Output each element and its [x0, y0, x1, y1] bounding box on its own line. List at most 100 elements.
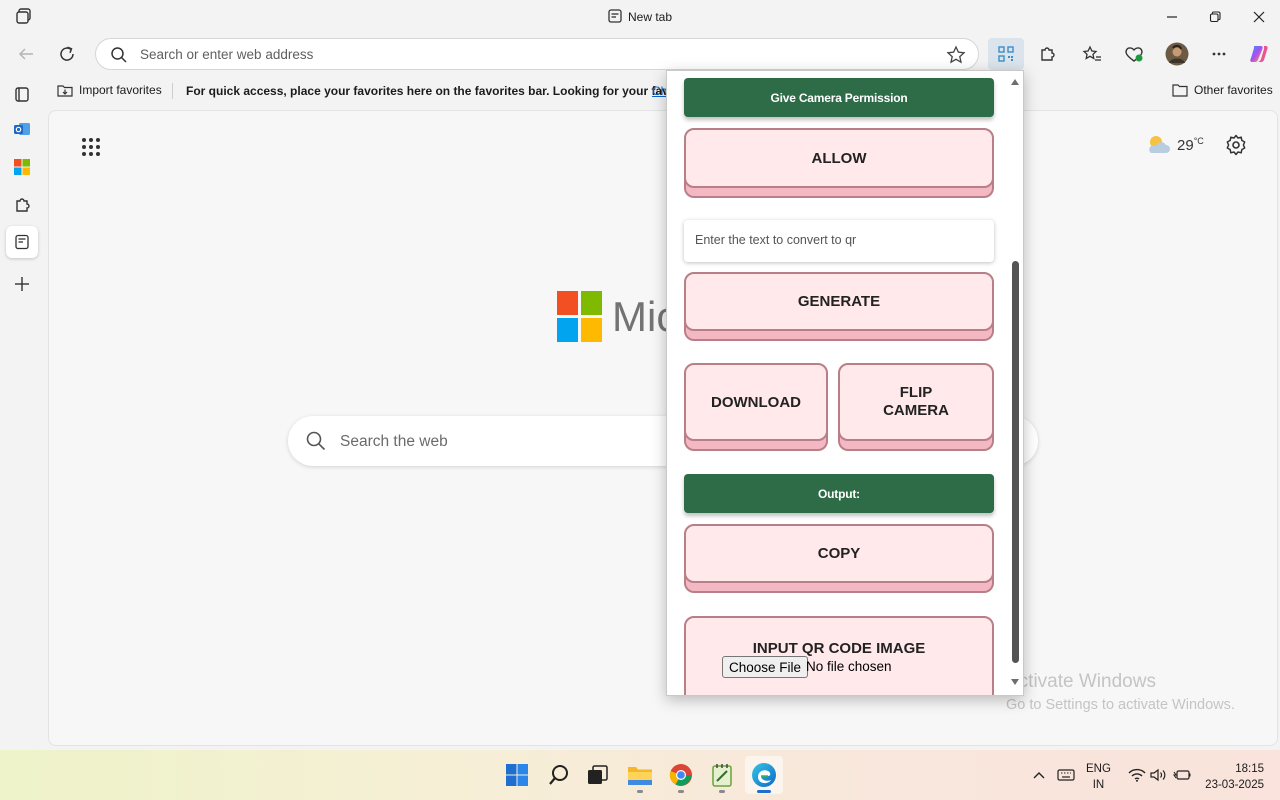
download-button[interactable]: DOWNLOAD — [684, 363, 828, 441]
generate-button[interactable]: GENERATE — [684, 272, 994, 331]
edge-sidebar — [0, 74, 44, 750]
input-qr-title: INPUT QR CODE IMAGE — [752, 640, 926, 657]
qr-extension-button[interactable] — [988, 38, 1024, 70]
speaker-icon — [1150, 768, 1166, 782]
start-button[interactable] — [498, 756, 536, 794]
other-favorites-button[interactable]: Other favorites — [1172, 83, 1273, 97]
sidebar-add-button[interactable] — [6, 268, 38, 300]
keyboard-icon — [1057, 769, 1075, 781]
back-button[interactable] — [10, 38, 42, 70]
activate-windows-watermark: Activate Windows Go to Settings to activ… — [1006, 671, 1235, 713]
close-button[interactable] — [1244, 6, 1274, 28]
activate-windows-title: Activate Windows — [1006, 671, 1156, 692]
heart-pulse-icon — [1125, 47, 1143, 62]
folder-icon — [1172, 84, 1188, 97]
taskbar-notepad-app[interactable] — [703, 756, 741, 794]
refresh-button[interactable] — [51, 38, 83, 70]
qr-extension-popup: Give Camera Permission ALLOW Enter the t… — [666, 70, 1024, 696]
tab-title: New tab — [627, 10, 673, 24]
more-menu-button[interactable] — [1203, 38, 1235, 70]
wifi-tray-button[interactable] — [1126, 750, 1148, 800]
other-favorites-label: Other favorites — [1194, 83, 1273, 97]
page-settings-gear-icon[interactable] — [1225, 134, 1247, 156]
microsoft-wordmark: Mic — [612, 293, 672, 340]
flip-camera-button[interactable]: FLIP CAMERA — [838, 363, 994, 441]
extensions-button[interactable] — [1031, 38, 1063, 70]
minimize-icon — [1167, 16, 1177, 18]
import-favorites-button[interactable]: Import favorites — [57, 83, 162, 97]
minimize-button[interactable] — [1157, 6, 1187, 28]
camera-permission-banner: Give Camera Permission — [684, 78, 994, 117]
address-bar[interactable]: Search or enter web address — [95, 38, 979, 70]
tab-actions-icon — [15, 87, 29, 102]
notepad-icon — [712, 764, 732, 787]
allow-button[interactable]: ALLOW — [684, 128, 994, 188]
language-indicator[interactable]: ENG IN — [1086, 761, 1111, 793]
favorites-link[interactable]: Ch — [652, 84, 666, 98]
no-file-status: No file chosen — [806, 659, 892, 674]
sidebar-active-app[interactable] — [6, 226, 38, 258]
taskbar-edge[interactable] — [745, 756, 783, 794]
scrollbar-thumb[interactable] — [1012, 261, 1019, 663]
windows-taskbar: ENG IN 18:15 23-03-2025 — [0, 750, 1280, 800]
profile-button[interactable] — [1161, 38, 1193, 70]
search-icon — [549, 765, 568, 785]
favorite-star-icon[interactable] — [946, 45, 966, 65]
weather-temperature: 29 — [1177, 137, 1194, 154]
restore-button[interactable] — [1200, 6, 1230, 28]
browser-essentials-button[interactable] — [1118, 38, 1150, 70]
battery-tray-button[interactable] — [1171, 750, 1193, 800]
copilot-icon — [1250, 46, 1268, 62]
restore-icon — [1209, 11, 1221, 23]
avatar — [1165, 42, 1189, 66]
more-dots-icon — [1212, 52, 1226, 56]
language-code: ENG — [1086, 763, 1111, 775]
puzzle-icon — [1041, 47, 1055, 61]
sidebar-outlook[interactable] — [6, 113, 38, 145]
task-view-button[interactable] — [579, 756, 617, 794]
chevron-up-icon — [1033, 772, 1045, 779]
weather-unit: °C — [1193, 136, 1204, 146]
import-icon — [57, 85, 73, 97]
clock-date: 23-03-2025 — [1205, 779, 1264, 791]
favorites-bar-message: For quick access, place your favorites h… — [186, 84, 709, 98]
choose-file-button[interactable]: Choose File — [722, 656, 809, 678]
new-tab-page: 29°C Mic Search the web Activate Windows… — [48, 110, 1278, 746]
show-hidden-icons-button[interactable] — [1029, 750, 1049, 800]
taskbar-search[interactable] — [540, 756, 578, 794]
copy-button[interactable]: COPY — [684, 524, 994, 583]
keyboard-tray-button[interactable] — [1055, 750, 1077, 800]
popup-scrollbar[interactable] — [1007, 71, 1023, 695]
apps-grid-icon[interactable] — [81, 137, 101, 157]
system-clock[interactable]: 18:15 23-03-2025 — [1200, 761, 1264, 793]
scroll-up-arrow-icon[interactable] — [1011, 79, 1019, 85]
scroll-down-arrow-icon[interactable] — [1011, 679, 1019, 685]
sidebar-microsoft-365[interactable] — [6, 151, 38, 183]
taskbar-file-explorer[interactable] — [621, 756, 659, 794]
tab-page-icon — [608, 9, 622, 23]
tab-new-tab[interactable]: New tab — [0, 9, 1280, 24]
weather-widget[interactable]: 29°C — [1145, 133, 1204, 157]
search-icon — [306, 431, 326, 451]
back-arrow-icon — [18, 48, 33, 60]
volume-tray-button[interactable] — [1148, 750, 1170, 800]
partly-cloudy-icon — [1149, 136, 1170, 153]
running-indicator — [637, 790, 643, 793]
import-favorites-label: Import favorites — [79, 83, 162, 97]
chrome-icon — [669, 764, 692, 786]
qr-code-icon — [998, 46, 1014, 62]
task-view-icon — [588, 765, 608, 784]
copilot-button[interactable] — [1243, 38, 1275, 70]
taskbar-chrome[interactable] — [662, 756, 700, 794]
favorites-button[interactable] — [1076, 38, 1108, 70]
sidebar-extensions[interactable] — [6, 189, 38, 221]
extension-gear-icon — [16, 198, 30, 212]
refresh-icon — [60, 46, 74, 61]
sidebar-tab-actions[interactable] — [6, 78, 38, 110]
activate-windows-subtitle: Go to Settings to activate Windows. — [1006, 697, 1235, 713]
windows-start-icon — [506, 764, 528, 786]
qr-text-input[interactable]: Enter the text to convert to qr — [684, 220, 994, 262]
edge-icon — [752, 763, 776, 787]
microsoft-365-icon — [14, 159, 30, 175]
address-placeholder: Search or enter web address — [140, 47, 314, 62]
